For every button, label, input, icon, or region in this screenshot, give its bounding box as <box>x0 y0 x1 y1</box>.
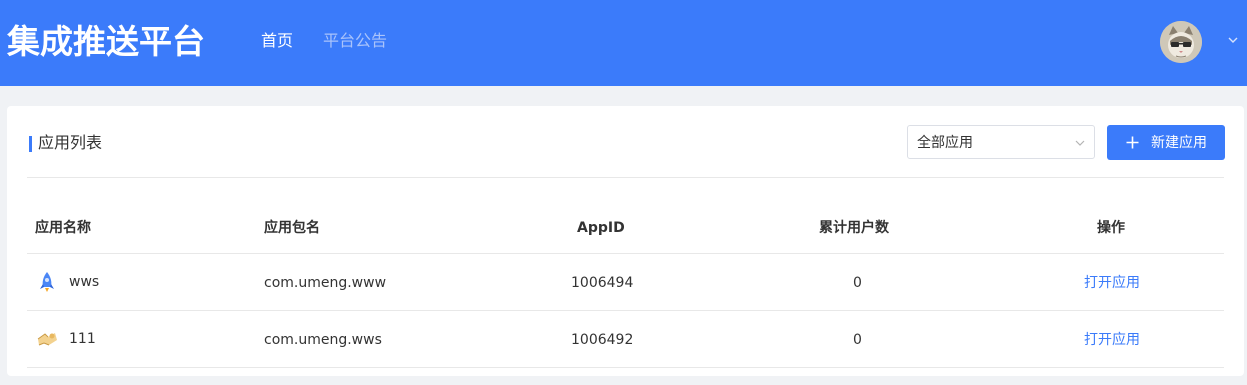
row-divider <box>27 253 1224 254</box>
app-id: 1006494 <box>571 275 634 291</box>
app-list-card: 应用列表 全部应用 新建应用 应用名称 应用包名 AppID 累计用户数 操作 … <box>7 106 1244 376</box>
column-header-actions: 操作 <box>1097 220 1125 236</box>
nav-item-home[interactable]: 首页 <box>261 30 293 52</box>
table-row: 111 com.umeng.wws 1006492 0 打开应用 <box>7 329 1244 385</box>
section-title: 应用列表 <box>38 133 103 152</box>
open-app-link[interactable]: 打开应用 <box>1084 330 1140 350</box>
puzzle-app-icon <box>37 333 57 346</box>
cat-avatar-icon <box>1160 21 1202 63</box>
section-divider <box>27 177 1224 178</box>
open-app-link[interactable]: 打开应用 <box>1084 273 1140 293</box>
app-name: 111 <box>69 331 96 347</box>
app-filter-value: 全部应用 <box>917 135 973 151</box>
app-name: wws <box>69 274 100 290</box>
plus-icon <box>1126 136 1139 149</box>
row-divider <box>27 367 1224 368</box>
section-accent-bar <box>29 136 32 152</box>
app-total-users: 0 <box>853 275 862 291</box>
user-avatar[interactable] <box>1160 21 1202 63</box>
app-id: 1006492 <box>571 332 634 348</box>
brand-title: 集成推送平台 <box>7 22 205 61</box>
nav-item-announcements[interactable]: 平台公告 <box>323 30 387 52</box>
top-navbar: 集成推送平台 首页 平台公告 <box>0 0 1247 86</box>
new-app-button[interactable]: 新建应用 <box>1107 125 1225 160</box>
column-header-app-name: 应用名称 <box>35 220 91 236</box>
table-row: wws com.umeng.www 1006494 0 打开应用 <box>7 272 1244 328</box>
chevron-down-icon[interactable] <box>1226 33 1240 47</box>
column-header-total-users: 累计用户数 <box>819 220 889 236</box>
column-header-appid: AppID <box>577 220 625 236</box>
app-package: com.umeng.wws <box>264 332 382 348</box>
row-divider <box>27 310 1224 311</box>
chevron-down-icon <box>1075 140 1085 146</box>
new-app-button-label: 新建应用 <box>1151 135 1207 151</box>
rocket-app-icon <box>40 272 54 292</box>
app-total-users: 0 <box>853 332 862 348</box>
app-filter-select[interactable]: 全部应用 <box>907 125 1095 159</box>
column-header-package: 应用包名 <box>264 220 320 236</box>
app-package: com.umeng.www <box>264 275 387 291</box>
